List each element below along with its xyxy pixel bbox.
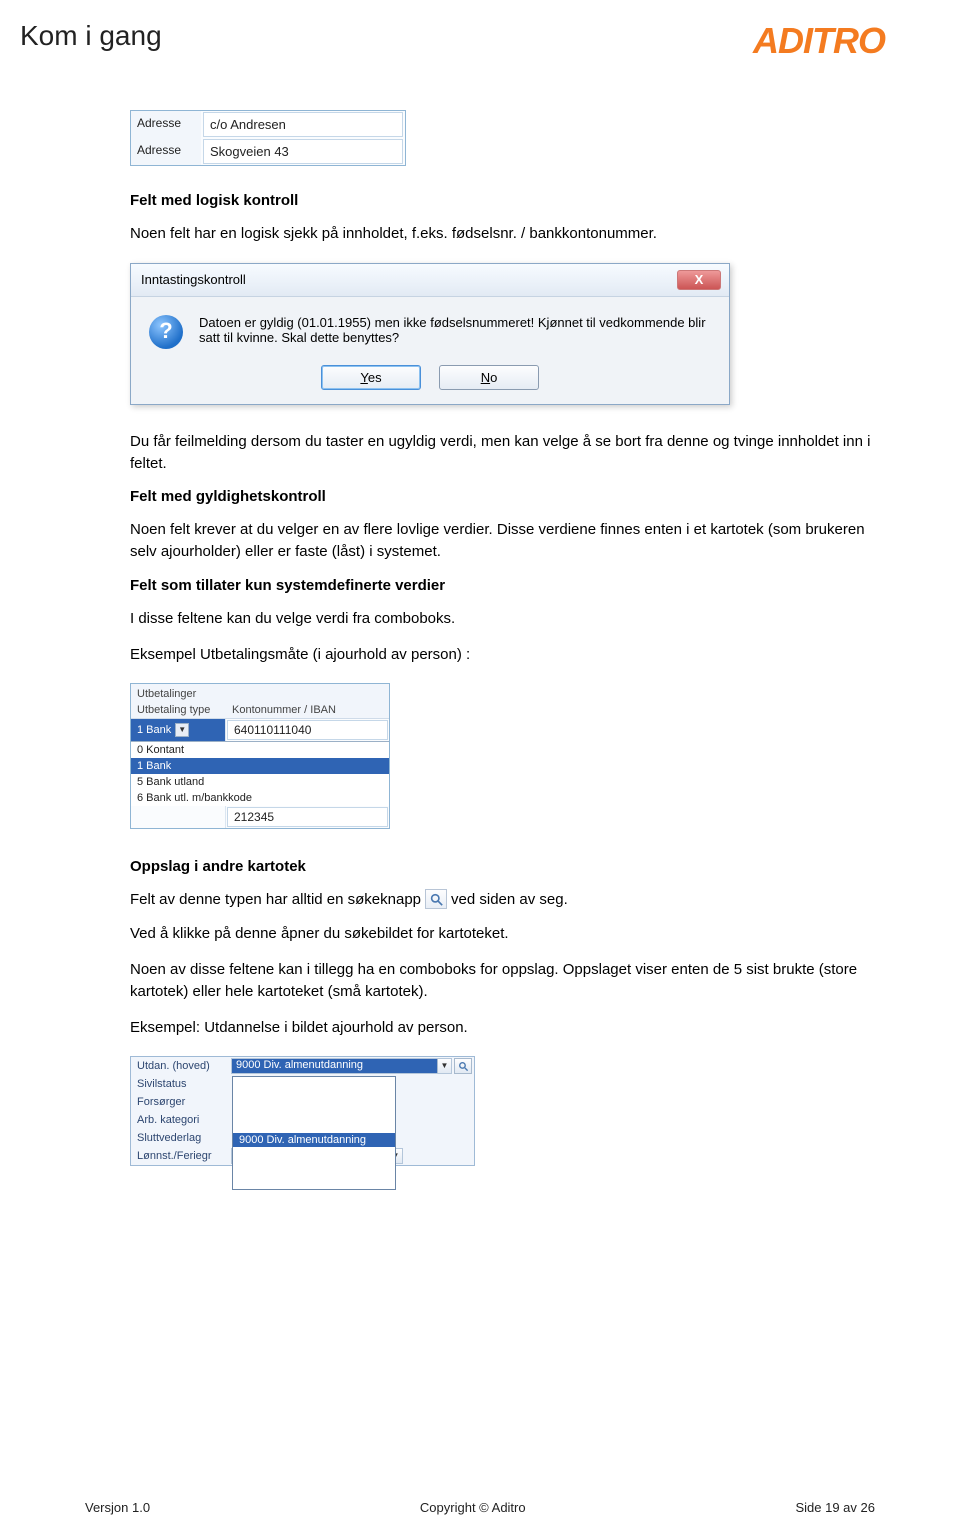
dialog-message: Datoen er gyldig (01.01.1955) men ikke f… [199, 315, 711, 349]
address-label: Adresse [131, 138, 201, 165]
education-form: Utdan. (hoved) 9000 Div. almenutdanning … [130, 1056, 475, 1166]
combo-option[interactable]: 0 Kontant [131, 742, 389, 758]
body-text: Noen av disse feltene kan i tillegg ha e… [130, 959, 875, 1003]
dropdown-option[interactable]: 9010 Div. annen utdanning [233, 1147, 395, 1161]
close-icon[interactable]: X [677, 270, 721, 290]
footer-page: Side 19 av 26 [795, 1500, 875, 1515]
dropdown-option[interactable]: 9000 Div. almenutdanning [233, 1133, 395, 1147]
select-value: 9000 Div. almenutdanning [236, 1059, 363, 1071]
education-select[interactable]: 9000 Div. almenutdanning ▼ 7060 Kvalitet… [231, 1058, 452, 1074]
body-text: I disse feltene kan du velge verdi fra c… [130, 608, 875, 630]
footer-copyright: Copyright © Aditro [420, 1500, 526, 1515]
field-label: Sluttvederlag [131, 1132, 231, 1144]
combo-option[interactable]: 6 Bank utl. m/bankkode [131, 790, 389, 806]
combo-selected-text: 1 Bank [137, 724, 171, 736]
no-button[interactable]: No [439, 365, 539, 390]
address-field[interactable]: c/o Andresen [203, 112, 403, 137]
section-heading: Felt som tillater kun systemdefinerte ve… [130, 577, 875, 594]
body-text: Noen felt har en logisk sjekk på innhold… [130, 223, 875, 245]
field-label: Lønnst./Feriegr [131, 1150, 231, 1162]
field-label: Forsørger [131, 1096, 231, 1108]
dropdown-option[interactable]: 9050 Div. kurs [233, 1175, 395, 1189]
payment-type-select[interactable]: 1 Bank ▼ [131, 719, 226, 741]
payment-combo: Utbetalinger Utbetaling type Kontonummer… [130, 683, 390, 829]
search-icon[interactable] [454, 1058, 472, 1074]
body-text: Eksempel: Utdannelse i bildet ajourhold … [130, 1017, 875, 1039]
field-label: Utdan. (hoved) [131, 1060, 231, 1072]
section-heading: Felt med logisk kontroll [130, 192, 875, 209]
yes-button[interactable]: Yes [321, 365, 421, 390]
page-title: Kom i gang [20, 20, 162, 52]
body-text: Felt av denne typen har alltid en søkekn… [130, 891, 421, 908]
body-text: Du får feilmelding dersom du taster en u… [130, 431, 875, 475]
combo-option[interactable]: 1 Bank [131, 758, 389, 774]
dropdown-option[interactable]: 7060 Kvalitetssirkler [233, 1077, 395, 1091]
dialog-title: Inntastingskontroll [141, 272, 246, 287]
field-label: Arb. kategori [131, 1114, 231, 1126]
combo-option[interactable]: 5 Bank utland [131, 774, 389, 790]
dropdown-option[interactable]: 8000 Sivilforsvaret sfssk [233, 1119, 395, 1133]
dropdown-option[interactable]: 7065 Kvalitetssirkelinstr [233, 1091, 395, 1105]
dropdown-option[interactable]: 9020 Div. etterutdanning [233, 1161, 395, 1175]
aditro-logo: ADITRO [753, 20, 885, 62]
address-box: Adresse c/o Andresen Adresse Skogveien 4… [130, 110, 406, 166]
account-field[interactable]: 212345 [227, 807, 388, 827]
body-text: Noen felt krever at du velger en av fler… [130, 519, 875, 563]
combo-col-header: Utbetaling type [131, 702, 226, 718]
dropdown-option[interactable]: 7074 Ko-saksbehandlerkurs [233, 1105, 395, 1119]
chevron-down-icon[interactable]: ▼ [437, 1059, 451, 1073]
body-text: Ved å klikke på denne åpner du søkebilde… [130, 923, 875, 945]
account-field[interactable]: 640110111040 [227, 720, 388, 740]
body-text: ved siden av seg. [451, 891, 568, 908]
section-heading: Oppslag i andre kartotek [130, 858, 875, 875]
question-icon: ? [149, 315, 183, 349]
search-icon[interactable] [425, 889, 447, 909]
chevron-down-icon[interactable]: ▼ [175, 723, 189, 737]
address-label: Adresse [131, 111, 201, 138]
combo-title: Utbetalinger [131, 684, 389, 702]
validation-dialog: Inntastingskontroll X ? Datoen er gyldig… [130, 263, 730, 405]
education-dropdown[interactable]: 7060 Kvalitetssirkler 7065 Kvalitetssirk… [232, 1076, 396, 1190]
field-label: Sivilstatus [131, 1078, 231, 1090]
combo-dropdown[interactable]: 0 Kontant 1 Bank 5 Bank utland 6 Bank ut… [131, 741, 389, 806]
combo-cell [131, 806, 226, 828]
body-text: Eksempel Utbetalingsmåte (i ajourhold av… [130, 644, 875, 666]
combo-col-header: Kontonummer / IBAN [226, 702, 342, 718]
address-field[interactable]: Skogveien 43 [203, 139, 403, 164]
footer-version: Versjon 1.0 [85, 1500, 150, 1515]
section-heading: Felt med gyldighetskontroll [130, 488, 875, 505]
